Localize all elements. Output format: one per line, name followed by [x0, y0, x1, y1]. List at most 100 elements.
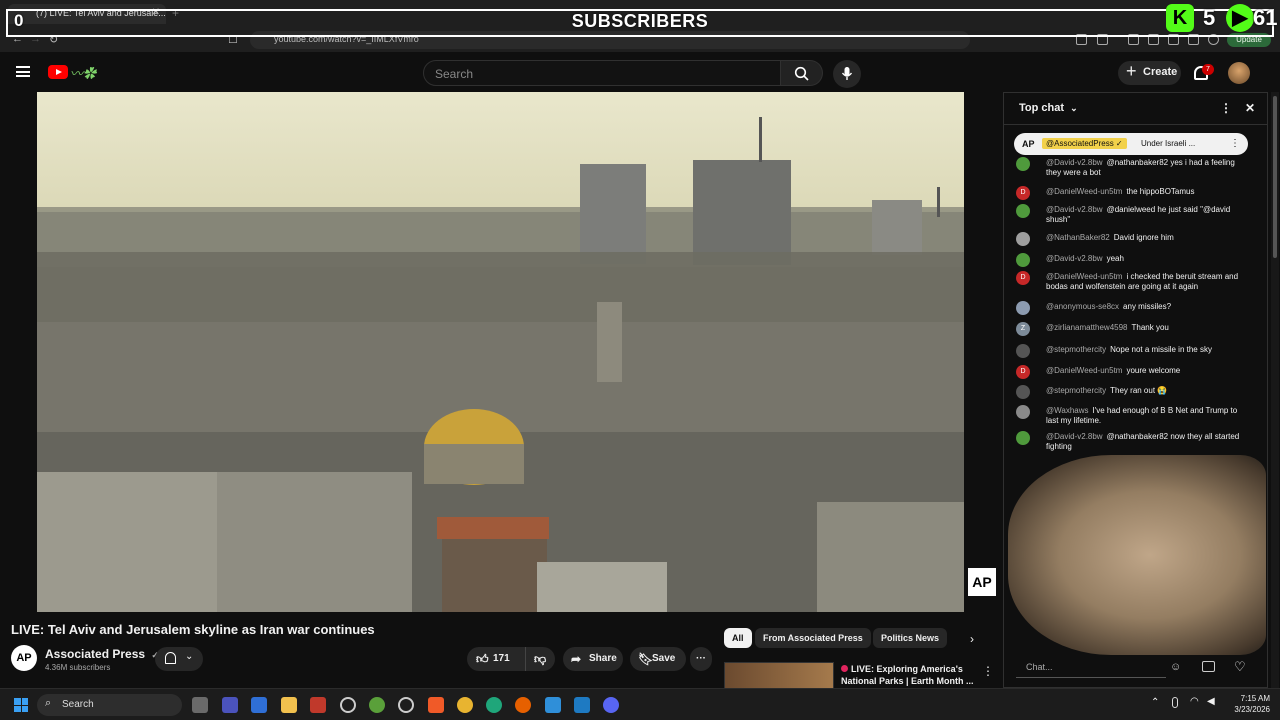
recommendation-title-text: LIVE: Exploring America's National Parks… [841, 664, 974, 686]
discord-icon[interactable] [603, 697, 619, 713]
share-button[interactable]: ➦ Share [563, 647, 623, 671]
voice-search-button[interactable] [833, 60, 861, 88]
search-input[interactable]: Search [423, 60, 781, 86]
chat-author-name[interactable]: @David-v2.8bw [1046, 254, 1103, 263]
more-actions-button[interactable]: ··· [690, 647, 712, 671]
volume-icon[interactable]: ◀ [1207, 696, 1215, 707]
pinned-message-text: Under Israeli ... [1141, 139, 1196, 148]
chat-message-body: @David-v2.8bw @danielweed he just said "@… [1046, 205, 1251, 225]
taskbar: ⌕ Search ⌃ ◠ ◀ 7:15 AM 3/23/2026 [0, 688, 1280, 720]
chevron-down-icon[interactable]: ⌄ [1070, 103, 1078, 113]
firefox-icon[interactable] [515, 697, 531, 713]
vscode-icon[interactable] [574, 697, 590, 713]
chip-from-channel[interactable]: From Associated Press [755, 628, 871, 648]
chat-author-name[interactable]: @DanielWeed-un5tm [1046, 272, 1122, 281]
app-icon[interactable] [251, 697, 267, 713]
chat-input[interactable]: Chat... [1016, 656, 1166, 678]
chat-author-avatar[interactable] [1016, 232, 1030, 246]
brave-browser-icon[interactable] [428, 697, 444, 713]
chat-author-name[interactable]: @Waxhaws [1046, 406, 1089, 415]
chip-all[interactable]: All [724, 628, 752, 648]
chat-author-avatar[interactable]: D [1016, 365, 1030, 379]
system-clock[interactable]: 7:15 AM 3/23/2026 [1228, 693, 1270, 715]
chevron-right-icon[interactable]: › [970, 632, 974, 646]
pinned-message[interactable]: AP @AssociatedPress ✓ Under Israeli ... … [1014, 133, 1248, 155]
chat-message-text: Nope not a missile in the sky [1110, 345, 1212, 354]
super-chat-icon[interactable] [1202, 661, 1215, 672]
scrollbar-thumb[interactable] [1273, 96, 1277, 258]
microphone-icon[interactable] [1172, 697, 1178, 708]
chevron-up-icon[interactable]: ⌃ [1151, 697, 1159, 708]
channel-name[interactable]: Associated Press ✓ [45, 647, 159, 661]
skyline-image [37, 117, 964, 612]
close-icon[interactable]: ✕ [1245, 101, 1255, 115]
windows-start-icon[interactable] [14, 698, 28, 712]
chat-author-avatar[interactable] [1016, 157, 1030, 171]
more-vert-icon[interactable]: ⋮ [1220, 101, 1232, 115]
channel-avatar[interactable]: AP [11, 645, 37, 671]
chat-author-name[interactable]: @anonymous-se8cx [1046, 302, 1119, 311]
save-button[interactable]: 🔖︎ Save [630, 647, 686, 671]
app-icon[interactable] [398, 697, 414, 713]
chevron-down-icon: ⌄ [185, 651, 194, 662]
app-icon[interactable] [340, 697, 356, 713]
menu-icon[interactable] [16, 66, 30, 77]
video-player[interactable] [37, 92, 964, 612]
search-button[interactable] [781, 60, 823, 86]
emoji-icon[interactable]: ☺ [1170, 661, 1181, 673]
chat-message-body: @stepmothercity Nope not a missile in the… [1046, 345, 1251, 355]
more-vert-icon[interactable]: ⋮ [1230, 138, 1240, 149]
chat-message-body: @anonymous-se8cx any missiles? [1046, 302, 1251, 312]
more-vert-icon[interactable]: ⋮ [982, 664, 994, 678]
chat-author-name[interactable]: @David-v2.8bw [1046, 432, 1103, 441]
app-icon[interactable] [369, 697, 385, 713]
chat-author-avatar[interactable] [1016, 431, 1030, 445]
recommendation-title[interactable]: LIVE: Exploring America's National Parks… [841, 663, 976, 687]
chat-author-name[interactable]: @zirlianamatthew4598 [1046, 323, 1128, 332]
account-avatar[interactable] [1228, 62, 1250, 84]
chat-author-avatar[interactable]: D [1016, 271, 1030, 285]
app-icon[interactable] [310, 697, 326, 713]
chat-message-text: youre welcome [1126, 366, 1181, 375]
chat-author-avatar[interactable]: D [1016, 186, 1030, 200]
chat-author-name[interactable]: @David-v2.8bw [1046, 205, 1103, 214]
chat-author-name[interactable]: @DanielWeed-un5tm [1046, 187, 1122, 196]
file-explorer-icon[interactable] [281, 697, 297, 713]
notification-count-badge: 7 [1202, 64, 1214, 75]
chat-author-name[interactable]: @stepmothercity [1046, 386, 1106, 395]
chat-message-body: @DanielWeed-un5tm youre welcome [1046, 366, 1251, 376]
search-icon [794, 66, 809, 81]
chat-mode-selector[interactable]: Top chat [1019, 102, 1064, 114]
chat-author-avatar[interactable] [1016, 385, 1030, 399]
chat-author-name[interactable]: @NathanBaker82 [1046, 233, 1110, 242]
chat-author-avatar[interactable] [1016, 344, 1030, 358]
chat-author-avatar[interactable]: Z [1016, 322, 1030, 336]
app-icon[interactable] [222, 697, 238, 713]
chat-author-avatar[interactable] [1016, 253, 1030, 267]
chat-author-avatar[interactable] [1016, 405, 1030, 419]
chat-author-name[interactable]: @stepmothercity [1046, 345, 1106, 354]
create-button[interactable]: Create [1118, 61, 1181, 85]
app-icon[interactable] [545, 697, 561, 713]
taskbar-search[interactable]: ⌕ Search [37, 694, 182, 716]
chat-author-name[interactable]: @DanielWeed-un5tm [1046, 366, 1122, 375]
chat-message-text: any missiles? [1123, 302, 1172, 311]
kick-count: 5 [1203, 5, 1216, 30]
subscriber-count: 4.36M subscribers [45, 663, 111, 672]
youtube-logo-icon[interactable] [48, 65, 68, 79]
chat-author-avatar[interactable] [1016, 204, 1030, 218]
chat-author-name[interactable]: @David-v2.8bw [1046, 158, 1103, 167]
wifi-icon[interactable]: ◠ [1190, 696, 1199, 707]
dislike-button[interactable]: 👎︎ [525, 647, 555, 671]
logo-doodle-icon[interactable]: 〰✿ [70, 63, 110, 81]
app-icon[interactable] [192, 697, 208, 713]
taskbar-search-label: Search [62, 699, 94, 710]
clock-time: 7:15 AM [1240, 694, 1270, 703]
chat-author-avatar[interactable] [1016, 301, 1030, 315]
like-button[interactable]: 👍︎ 171 [467, 647, 523, 671]
heart-icon[interactable]: ♡ [1234, 659, 1246, 675]
edge-icon[interactable] [486, 697, 502, 713]
chrome-icon[interactable] [457, 697, 473, 713]
chip-politics-news[interactable]: Politics News [873, 628, 948, 648]
subscription-bell-button[interactable]: ⌄ [155, 647, 203, 671]
